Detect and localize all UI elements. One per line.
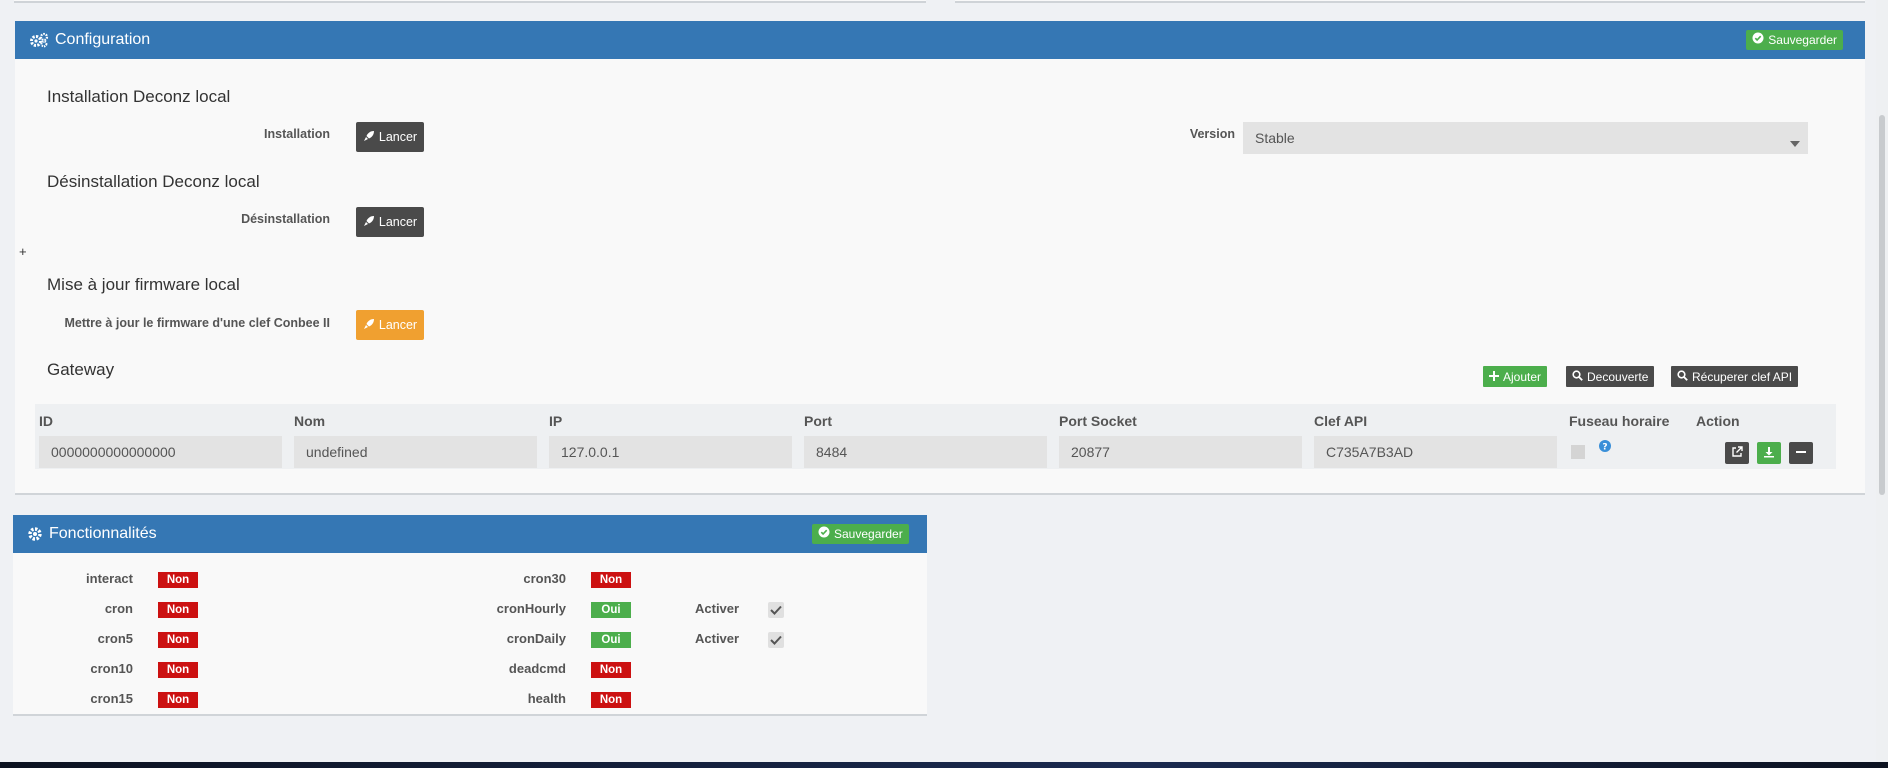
col-header-name: Nom bbox=[294, 413, 326, 429]
install-launch-button[interactable]: Lancer bbox=[356, 122, 424, 152]
feature-label-cron15: cron15 bbox=[90, 691, 133, 706]
features-save-label: Sauvegarder bbox=[834, 527, 903, 541]
svg-text:?: ? bbox=[1602, 443, 1607, 453]
features-header: Fonctionnalités Sauvegarder bbox=[13, 515, 927, 553]
version-value: Stable bbox=[1255, 130, 1295, 146]
feature-label-cron10: cron10 bbox=[90, 661, 133, 676]
gateway-port-field[interactable]: 8484 bbox=[804, 436, 1047, 468]
col-header-api-key: Clef API bbox=[1314, 413, 1368, 429]
uninstall-launch-label: Lancer bbox=[378, 215, 418, 229]
feature-status-crondaily: Oui bbox=[591, 632, 631, 648]
uninstall-label: Désinstallation bbox=[241, 212, 330, 226]
feature-label-crondaily: cronDaily bbox=[506, 631, 566, 646]
fetch-api-key-button[interactable]: Récuperer clef API bbox=[1671, 366, 1799, 387]
gateway-name-field[interactable]: undefined bbox=[294, 436, 537, 468]
firmware-section-title: Mise à jour firmware local bbox=[47, 275, 240, 294]
feature-label-deadcmd: deadcmd bbox=[508, 661, 566, 676]
col-header-ip: IP bbox=[549, 413, 563, 429]
gateway-port-socket-field[interactable]: 20877 bbox=[1059, 436, 1302, 468]
col-header-port: Port bbox=[804, 413, 832, 429]
minus-icon bbox=[1795, 446, 1807, 461]
version-label: Version bbox=[1189, 127, 1235, 141]
plus-marker: + bbox=[19, 244, 27, 259]
col-header-port-socket: Port Socket bbox=[1059, 413, 1137, 429]
feature-label-cron30: cron30 bbox=[523, 571, 566, 586]
remove-button[interactable] bbox=[1789, 442, 1813, 464]
col-header-id: ID bbox=[39, 413, 53, 429]
activate-label-crondaily: Activer bbox=[695, 631, 740, 646]
feature-status-cronhourly: Oui bbox=[591, 602, 631, 618]
timezone-checkbox[interactable] bbox=[1571, 445, 1585, 459]
feature-status-interact: Non bbox=[158, 572, 198, 588]
firmware-launch-label: Lancer bbox=[378, 318, 418, 332]
feature-status-cron10: Non bbox=[158, 662, 198, 678]
activate-checkbox-crondaily[interactable] bbox=[768, 632, 784, 648]
feature-label-cronhourly: cronHourly bbox=[496, 601, 566, 616]
firmware-launch-button[interactable]: Lancer bbox=[356, 310, 424, 340]
feature-label-health: health bbox=[527, 691, 566, 706]
version-select[interactable]: Stable bbox=[1243, 122, 1808, 154]
download-button[interactable] bbox=[1757, 442, 1781, 464]
fetch-api-key-label: Récuperer clef API bbox=[1692, 369, 1793, 384]
rocket-icon bbox=[363, 130, 375, 145]
rocket-icon bbox=[363, 215, 375, 230]
col-header-action: Action bbox=[1696, 413, 1740, 429]
feature-status-cron5: Non bbox=[158, 632, 198, 648]
plus-icon bbox=[1489, 370, 1499, 384]
feature-status-cron30: Non bbox=[591, 572, 631, 588]
feature-status-deadcmd: Non bbox=[591, 662, 631, 678]
config-save-label: Sauvegarder bbox=[1768, 33, 1837, 47]
download-icon bbox=[1763, 446, 1775, 461]
features-save-button[interactable]: Sauvegarder bbox=[812, 524, 909, 544]
gateway-id-field[interactable]: 0000000000000000 bbox=[39, 436, 282, 468]
cog-icon bbox=[27, 526, 43, 542]
configuration-header: Configuration Sauvegarder bbox=[15, 21, 1865, 59]
top-card-right bbox=[955, 0, 1865, 3]
open-external-button[interactable] bbox=[1725, 442, 1749, 464]
check-circle-icon bbox=[1752, 30, 1764, 50]
firmware-label: Mettre à jour le firmware d'une clef Con… bbox=[64, 316, 330, 330]
rocket-icon bbox=[363, 318, 375, 333]
top-card-left bbox=[14, 0, 926, 3]
gateway-ip-field[interactable]: 127.0.0.1 bbox=[549, 436, 792, 468]
discover-button[interactable]: Decouverte bbox=[1566, 366, 1655, 387]
feature-status-cron: Non bbox=[158, 602, 198, 618]
cogs-icon bbox=[29, 32, 49, 48]
add-gateway-label: Ajouter bbox=[1503, 369, 1542, 384]
features-panel: Fonctionnalités Sauvegarder interact Non… bbox=[13, 515, 927, 716]
check-icon bbox=[770, 633, 782, 648]
activate-label-cronhourly: Activer bbox=[695, 601, 740, 616]
features-title: Fonctionnalités bbox=[49, 525, 157, 542]
gateway-table: ID Nom IP Port Port Socket Clef API Fuse… bbox=[35, 404, 1836, 469]
discover-label: Decouverte bbox=[1587, 369, 1649, 384]
check-icon bbox=[770, 603, 782, 618]
check-circle-icon bbox=[818, 524, 830, 544]
config-save-button[interactable]: Sauvegarder bbox=[1746, 30, 1843, 50]
feature-status-cron15: Non bbox=[158, 692, 198, 708]
activate-checkbox-cronhourly[interactable] bbox=[768, 602, 784, 618]
search-icon bbox=[1677, 369, 1688, 384]
scrollbar-thumb[interactable] bbox=[1879, 115, 1885, 495]
taskbar-strip bbox=[0, 762, 1888, 768]
uninstall-launch-button[interactable]: Lancer bbox=[356, 207, 424, 237]
gateway-title: Gateway bbox=[47, 360, 115, 379]
feature-label-cron: cron bbox=[104, 601, 133, 616]
feature-status-health: Non bbox=[591, 692, 631, 708]
add-gateway-button[interactable]: Ajouter bbox=[1483, 366, 1548, 387]
feature-label-cron5: cron5 bbox=[97, 631, 133, 646]
col-header-timezone: Fuseau horaire bbox=[1569, 413, 1670, 429]
question-circle-icon[interactable]: ? bbox=[1599, 440, 1611, 455]
configuration-panel: Configuration Sauvegarder Installation D… bbox=[15, 21, 1865, 495]
uninstall-section-title: Désinstallation Deconz local bbox=[47, 172, 260, 191]
vertical-scrollbar[interactable] bbox=[1876, 0, 1888, 762]
install-label: Installation bbox=[264, 127, 330, 141]
install-section-title: Installation Deconz local bbox=[47, 87, 231, 106]
external-link-icon bbox=[1731, 445, 1743, 461]
gateway-api-key-field[interactable]: C735A7B3AD bbox=[1314, 436, 1557, 468]
feature-label-interact: interact bbox=[86, 571, 133, 586]
install-launch-label: Lancer bbox=[378, 130, 418, 144]
caret-down-icon bbox=[1790, 134, 1800, 150]
configuration-title: Configuration bbox=[55, 31, 151, 48]
search-icon bbox=[1572, 369, 1583, 384]
